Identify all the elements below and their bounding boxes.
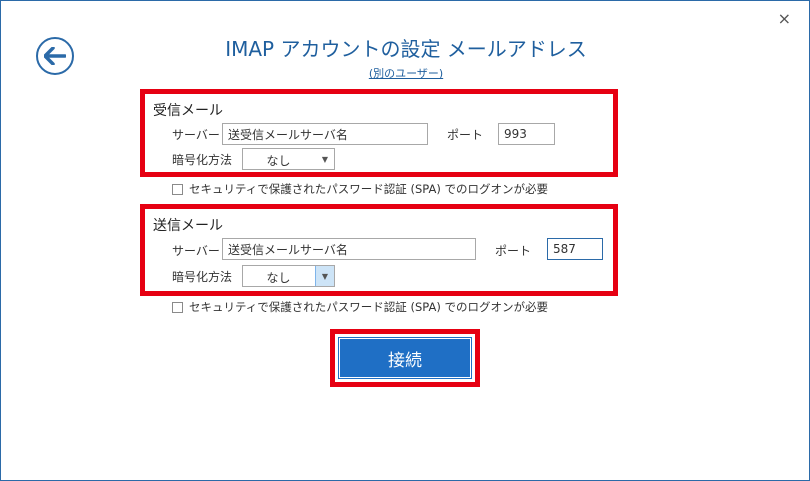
incoming-encryption-value: なし xyxy=(266,154,291,168)
chevron-down-icon: ▼ xyxy=(315,266,334,286)
incoming-port-input[interactable] xyxy=(498,123,555,145)
outgoing-spa-checkbox[interactable] xyxy=(172,301,183,313)
other-user-link[interactable]: (別のユーザー) xyxy=(1,65,810,81)
incoming-encryption-label: 暗号化方法 xyxy=(172,153,233,167)
incoming-server-label: サーバー xyxy=(172,128,220,142)
incoming-spa-label: セキュリティで保護されたパスワード認証 (SPA) でのログオンが必要 xyxy=(189,182,548,196)
outgoing-spa-label: セキュリティで保護されたパスワード認証 (SPA) でのログオンが必要 xyxy=(189,300,548,314)
incoming-spa-checkbox[interactable] xyxy=(172,183,183,195)
outgoing-server-label: サーバー xyxy=(172,244,220,258)
outgoing-encryption-value: なし xyxy=(266,271,291,285)
dialog-window: × IMAP アカウントの設定 メールアドレス (別のユーザー) 受信メール サ… xyxy=(0,0,810,481)
incoming-port-label: ポート xyxy=(447,128,484,142)
outgoing-server-input[interactable] xyxy=(222,238,476,260)
incoming-section-label: 受信メール xyxy=(153,103,223,119)
incoming-server-input[interactable] xyxy=(222,123,428,145)
outgoing-port-label: ポート xyxy=(495,244,532,258)
outgoing-encryption-label: 暗号化方法 xyxy=(172,270,233,284)
incoming-spa-checkbox-row[interactable]: セキュリティで保護されたパスワード認証 (SPA) でのログオンが必要 xyxy=(172,181,548,197)
outgoing-port-input[interactable] xyxy=(547,238,603,260)
chevron-down-icon: ▼ xyxy=(321,154,329,164)
incoming-encryption-select[interactable]: なし ▼ xyxy=(242,148,335,170)
close-icon[interactable]: × xyxy=(778,9,791,28)
outgoing-encryption-select[interactable]: なし ▼ xyxy=(242,265,335,287)
outgoing-section-label: 送信メール xyxy=(153,218,223,234)
connect-button[interactable]: 接続 xyxy=(338,337,472,379)
outgoing-spa-checkbox-row[interactable]: セキュリティで保護されたパスワード認証 (SPA) でのログオンが必要 xyxy=(172,299,548,315)
page-title: IMAP アカウントの設定 メールアドレス xyxy=(225,37,587,61)
